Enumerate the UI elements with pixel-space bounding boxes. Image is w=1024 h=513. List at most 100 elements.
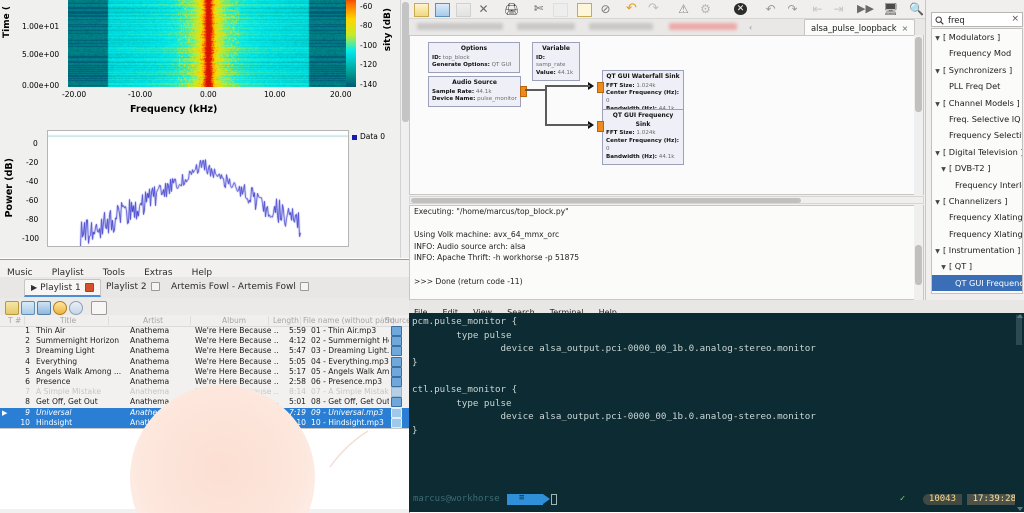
terminal-output[interactable]: pcm.pulse_monitor { type pulse device al… — [409, 313, 1024, 512]
wire-to-frequency[interactable] — [545, 124, 590, 126]
col-divider[interactable] — [190, 316, 191, 325]
block-tree-item[interactable]: ▼[ Synchronizers ] — [932, 62, 1022, 78]
block-tree-item[interactable]: ▼[ Spectrum Estimatio — [932, 291, 1022, 294]
chevron-down-icon[interactable]: ▼ — [934, 293, 941, 294]
block-tree-item[interactable]: PLL Freq Det — [932, 78, 1022, 94]
block-tree-item[interactable]: Frequency Xlating F — [932, 226, 1022, 242]
block-tree-list[interactable]: ▼[ Modulators ] Frequency Mod ▼[ Synchroni… — [931, 28, 1023, 294]
open-playlist-icon[interactable] — [21, 301, 35, 315]
refresh-icon[interactable] — [53, 301, 67, 315]
chevron-down-icon[interactable]: ▼ — [934, 195, 941, 209]
block-variable[interactable]: Variable ID: samp_rate Value: 44.1k — [532, 42, 580, 81]
block-tree-item[interactable]: Frequency Selectiv — [932, 127, 1022, 143]
block-options[interactable]: Options ID: top_block Generate Options: … — [428, 42, 520, 73]
playlist-tab-1[interactable]: ▶ Playlist 1 — [24, 279, 101, 297]
track-row[interactable]: 1 Thin Air Anathema We're Here Because ... 5… — [0, 326, 409, 336]
block-tree-item[interactable]: Frequency Mod — [932, 45, 1022, 61]
block-tree-item[interactable]: QT GUI Frequency — [932, 275, 1022, 291]
find-icon[interactable]: ⚙ — [699, 3, 712, 15]
playlist-tab-2-close-icon[interactable] — [151, 282, 160, 291]
console-scrollbar-thumb[interactable] — [915, 245, 922, 285]
track-row[interactable]: 5 Angels Walk Among ... Anathema We're Here… — [0, 367, 409, 377]
close-flowgraph-icon[interactable]: ✕ — [477, 3, 490, 15]
col-divider[interactable] — [108, 316, 109, 325]
new-flowgraph-icon[interactable] — [414, 3, 429, 17]
save-playlist-icon[interactable] — [37, 301, 51, 315]
canvas-vertical-scrollbar[interactable] — [914, 35, 923, 195]
terminal-scrollbar[interactable] — [1015, 313, 1024, 512]
col-header-title[interactable]: Title — [60, 316, 76, 325]
block-audio-source[interactable]: Audio Source Sample Rate: 44.1k Device N… — [428, 76, 521, 107]
new-playlist-icon[interactable] — [5, 301, 19, 315]
clock-icon[interactable] — [69, 301, 83, 315]
playlist-empty-area[interactable] — [0, 428, 409, 509]
delete-icon[interactable]: ⊘ — [599, 3, 612, 15]
col-divider[interactable] — [268, 316, 269, 325]
port-waterfall-in[interactable] — [597, 82, 604, 93]
chevron-down-icon[interactable]: ▼ — [934, 97, 941, 111]
chevron-down-icon[interactable]: ▼ — [934, 64, 941, 78]
col-header-num[interactable]: T # — [8, 316, 21, 325]
canvas-horizontal-scrollbar[interactable] — [409, 196, 924, 204]
block-search-field[interactable]: freq × — [931, 12, 1023, 27]
block-tree-item[interactable]: Freq. Selective IQ C — [932, 111, 1022, 127]
waterfall-plot-area[interactable] — [68, 0, 348, 87]
col-divider[interactable] — [300, 316, 301, 325]
frequency-plot-area[interactable] — [47, 130, 349, 247]
chevron-down-icon[interactable]: ▼ — [934, 244, 941, 258]
port-audio-source-out[interactable] — [520, 86, 527, 97]
col-header-album[interactable]: Album — [222, 316, 246, 325]
col-header-artist[interactable]: Artist — [143, 316, 163, 325]
track-row[interactable]: 2 Summernight Horizon Anathema We're Here B… — [0, 336, 409, 346]
grc-console[interactable]: Executing: "/home/marcus/top_block.py" U… — [409, 205, 924, 300]
cut-icon[interactable]: ✄ — [532, 3, 545, 15]
errors-icon[interactable]: ⚠ — [677, 3, 690, 15]
paste-icon[interactable] — [577, 3, 592, 17]
zoom-in-icon[interactable]: 🔍 — [909, 3, 922, 15]
chevron-down-icon[interactable]: ▼ — [934, 31, 941, 45]
col-header-source[interactable]: Source — [385, 316, 410, 325]
wire-to-waterfall[interactable] — [545, 85, 590, 87]
terminal-scrollbar-thumb[interactable] — [1016, 315, 1022, 345]
qtgui-scrollbar-thumb[interactable] — [402, 2, 409, 122]
playlist-tab-3[interactable]: Artemis Fowl - Artemis Fowl — [165, 279, 315, 297]
port-frequency-in[interactable] — [597, 121, 604, 132]
canvas-hscrollbar-thumb[interactable] — [411, 198, 801, 203]
terminal-prompt-row[interactable]: marcus@workhorse ≡ ✓ 10043 17:39:28 — [409, 494, 1024, 506]
rotate-right-icon[interactable]: ↷ — [786, 3, 799, 15]
block-tree-item[interactable]: ▼[ DVB-T2 ] — [932, 160, 1022, 176]
flowgraph-canvas[interactable]: Options ID: top_block Generate Options: … — [409, 35, 924, 195]
scroll-up-icon[interactable] — [1017, 314, 1023, 318]
print-icon[interactable]: 🖨 — [504, 3, 517, 15]
rotate-left-icon[interactable]: ↶ — [764, 3, 777, 15]
wire-trunk-v[interactable] — [545, 85, 547, 126]
track-row[interactable]: 3 Dreaming Light Anathema We're Here Becaus… — [0, 346, 409, 356]
grc-flowgraph-tab-close-icon[interactable]: × — [902, 24, 909, 33]
block-tree-item[interactable]: ▼[ QT ] — [932, 258, 1022, 274]
more-icon[interactable]: ▶▶ — [857, 3, 870, 15]
col-divider[interactable] — [24, 316, 25, 325]
canvas-vscrollbar-thumb[interactable] — [915, 37, 922, 112]
playlist-tab-1-close-icon[interactable] — [85, 283, 94, 292]
grc-flowgraph-tab[interactable]: alsa_pulse_loopback × — [804, 19, 915, 35]
block-tree-item[interactable]: ▼[ Modulators ] — [932, 29, 1022, 45]
col-divider[interactable] — [382, 316, 383, 325]
wire-trunk-h[interactable] — [525, 89, 547, 91]
undo-icon[interactable]: ↶ — [625, 3, 638, 15]
block-tree-item[interactable]: Frequency Xlating F — [932, 209, 1022, 225]
chevron-down-icon[interactable]: ▼ — [940, 162, 947, 176]
scroll-down-icon[interactable] — [1017, 507, 1023, 511]
block-tree-item[interactable]: ▼[ Instrumentation ] — [932, 242, 1022, 258]
generate-icon[interactable]: 🖥 — [883, 3, 896, 15]
tab-overflow-icon[interactable]: ‹ — [749, 23, 752, 32]
block-tree-item[interactable]: ▼[ Digital Television ] — [932, 144, 1022, 160]
playlist-tab-2[interactable]: Playlist 2 — [100, 279, 166, 297]
block-qtgui-frequency-sink[interactable]: QT GUI Frequency Sink FFT Size: 1.024k C… — [602, 109, 684, 165]
console-vertical-scrollbar[interactable] — [914, 205, 923, 300]
playlist-tab-3-close-icon[interactable] — [300, 282, 309, 291]
chevron-down-icon[interactable]: ▼ — [934, 146, 941, 160]
block-tree-item[interactable]: ▼[ Channelizers ] — [932, 193, 1022, 209]
track-row[interactable]: 4 Everything Anathema We're Here Because ..… — [0, 357, 409, 367]
open-flowgraph-icon[interactable] — [435, 3, 450, 17]
add-file-icon[interactable] — [91, 301, 107, 315]
